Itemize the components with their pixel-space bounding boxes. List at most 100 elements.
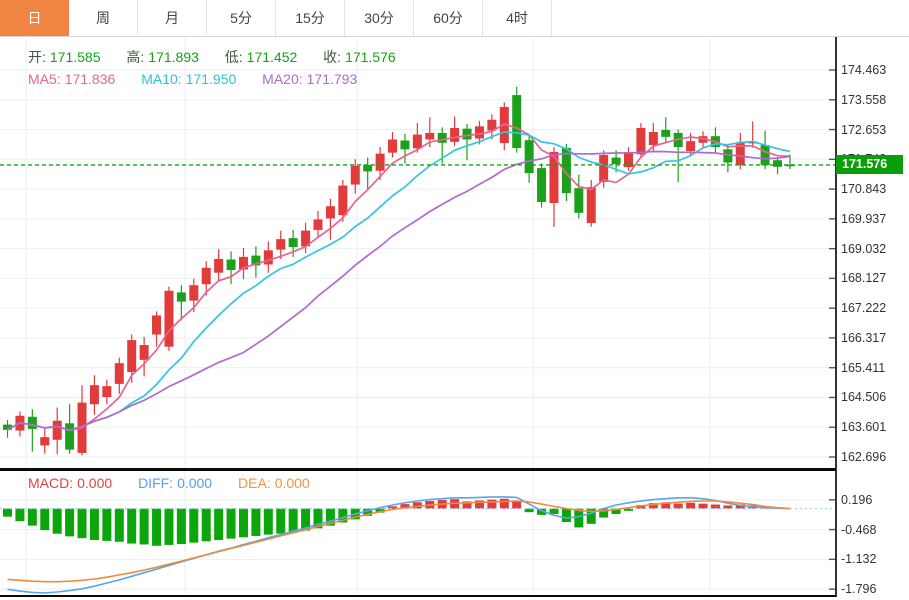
macd-axis-label: -0.468 — [841, 522, 877, 537]
macd-histogram-bar — [27, 508, 37, 526]
price-axis-label: 163.601 — [841, 420, 887, 435]
candle-body — [176, 292, 186, 302]
close-value: 171.576 — [345, 49, 396, 65]
macd-histogram-bar — [139, 508, 149, 545]
macd-value: 0.000 — [77, 475, 113, 491]
candle-body — [164, 290, 174, 347]
candle-body — [338, 185, 348, 216]
macd-histogram-bar — [3, 508, 12, 517]
candle-body — [313, 219, 323, 230]
candle-body — [89, 385, 99, 405]
macd-axis-label: -1.796 — [841, 582, 877, 597]
tab-15min[interactable]: 15分 — [276, 0, 345, 36]
axis-vertical-line — [835, 37, 837, 597]
chart-bottom-line — [0, 595, 836, 597]
chart-canvas[interactable] — [0, 37, 909, 600]
candle-body — [462, 128, 472, 140]
macd-histogram-bar — [288, 508, 298, 533]
macd-histogram-bar — [263, 508, 273, 535]
price-axis-label: 167.222 — [841, 301, 887, 316]
tab-5min[interactable]: 5分 — [207, 0, 276, 36]
macd-histogram-bar — [549, 508, 559, 514]
interval-tab-bar: 日 周 月 5分 15分 30分 60分 4时 — [0, 0, 909, 37]
open-value: 171.585 — [49, 49, 101, 65]
ma10-value: 171.950 — [185, 71, 237, 87]
macd-histogram-bar — [201, 508, 211, 542]
macd-histogram-bar — [276, 508, 286, 534]
macd-info-row: MACD: 0.000 DIFF: 0.000 DEA: 0.000 — [28, 475, 314, 491]
diff-label: DIFF: — [138, 475, 174, 491]
ohlc-info-row: 开: 171.585 高: 171.893 低: 171.452 收: 171.576 — [28, 47, 400, 67]
ma10-label: MA10: — [141, 71, 182, 87]
candle-body — [437, 132, 447, 143]
macd-histogram-bar — [238, 508, 248, 538]
candle-body — [375, 153, 385, 171]
candle-body — [201, 267, 211, 285]
ma10-line — [7, 131, 791, 432]
candle-body — [363, 164, 373, 172]
price-axis-label: 169.937 — [841, 211, 887, 226]
candle-body — [263, 250, 273, 265]
macd-histogram-bar — [15, 508, 25, 522]
macd-axis-label: 0.196 — [841, 492, 873, 507]
candle-body — [512, 95, 522, 149]
candle-body — [574, 188, 584, 213]
price-axis-label: 172.653 — [841, 122, 887, 137]
price-axis-label: 174.463 — [841, 63, 887, 77]
candle-body — [524, 140, 534, 174]
candle-body — [450, 127, 460, 142]
candle-body — [288, 238, 298, 248]
macd-histogram-bar — [561, 508, 571, 523]
candle-body — [114, 363, 124, 384]
macd-histogram-bar — [673, 503, 683, 509]
candle-body — [226, 259, 236, 271]
tab-day[interactable]: 日 — [0, 0, 69, 36]
price-axis-label: 169.032 — [841, 241, 887, 256]
macd-histogram-bar — [40, 508, 50, 531]
open-label: 开: — [28, 49, 46, 65]
tab-4hour[interactable]: 4时 — [483, 0, 552, 36]
candle-body — [65, 423, 75, 450]
panel-separator — [0, 468, 836, 471]
candle-body — [599, 154, 609, 182]
ma20-label: MA20: — [262, 71, 303, 87]
macd-histogram-bar — [164, 508, 174, 545]
candle-body — [189, 285, 199, 301]
low-label: 低: — [224, 49, 243, 65]
candle-body — [636, 127, 646, 155]
tab-30min[interactable]: 30分 — [345, 0, 414, 36]
price-axis-label: 165.411 — [841, 360, 886, 375]
candle-body — [388, 139, 398, 153]
macd-histogram-bar — [499, 498, 509, 509]
candle-body — [325, 206, 335, 219]
candle-body — [686, 141, 696, 152]
tab-week[interactable]: 周 — [69, 0, 138, 36]
tab-60min[interactable]: 60分 — [414, 0, 483, 36]
ma20-value: 171.793 — [306, 71, 358, 87]
candle-body — [412, 134, 422, 149]
candle-body — [27, 416, 37, 429]
trading-chart-app: 日 周 月 5分 15分 30分 60分 4时 开: 171.585 高: 171.… — [0, 0, 909, 600]
ma5-label: MA5: — [28, 71, 61, 87]
ma-info-row: MA5: 171.836 MA10: 171.950 MA20: 171.793 — [28, 71, 361, 87]
macd-histogram-bar — [226, 508, 236, 539]
candle-body — [773, 160, 783, 167]
ma5-value: 171.836 — [64, 71, 116, 87]
diff-line — [7, 496, 790, 594]
candle-body — [350, 165, 360, 185]
macd-histogram-bar — [251, 508, 261, 536]
candle-body — [586, 187, 596, 224]
macd-histogram-bar — [65, 508, 75, 537]
macd-histogram-bar — [686, 502, 696, 509]
price-axis-label: 162.696 — [841, 450, 887, 464]
macd-histogram-bar — [114, 508, 124, 542]
macd-histogram-bar — [512, 500, 522, 509]
candle-body — [760, 145, 770, 166]
macd-histogram-bar — [698, 503, 708, 509]
tab-month[interactable]: 月 — [138, 0, 207, 36]
dea-value: 0.000 — [274, 475, 310, 491]
price-axis-label: 170.843 — [841, 182, 887, 197]
candle-body — [648, 131, 658, 146]
candle-body — [661, 129, 671, 137]
high-label: 高: — [126, 49, 145, 65]
